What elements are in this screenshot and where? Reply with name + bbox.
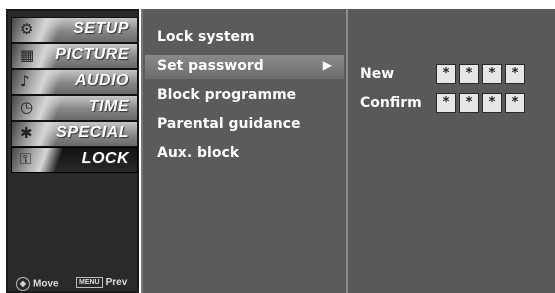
tab-lock-label: LOCK xyxy=(81,150,129,167)
tv-osd-menu: ⚙ SETUP ▦ PICTURE ♪ AUDIO ◷ TIME ✱ SPECI… xyxy=(0,0,555,293)
prev-hint-label: Prev xyxy=(105,277,128,289)
prev-hint: MENU Prev xyxy=(76,277,127,288)
menu-tab-sidebar: ⚙ SETUP ▦ PICTURE ♪ AUDIO ◷ TIME ✱ SPECI… xyxy=(6,9,139,293)
tab-picture[interactable]: ▦ PICTURE xyxy=(11,43,138,69)
menu-item-set-password[interactable]: Set password ▶ xyxy=(145,55,344,79)
tab-time-label: TIME xyxy=(88,98,129,115)
tab-audio-label: AUDIO xyxy=(74,72,129,89)
audio-icon: ♪ xyxy=(12,70,68,94)
new-password-digit[interactable]: * xyxy=(436,64,456,84)
confirm-password-field[interactable]: * * * * xyxy=(436,93,525,113)
top-border xyxy=(0,0,555,9)
tab-special-label: SPECIAL xyxy=(56,124,129,141)
move-hint-label: Move xyxy=(33,278,59,290)
clock-icon: ◷ xyxy=(12,96,68,120)
lock-icon: ⚿ xyxy=(12,148,68,172)
menu-key-icon: MENU xyxy=(76,277,103,288)
menu-item-set-password-label: Set password xyxy=(157,58,264,74)
set-password-panel: New * * * * Confirm * * * * xyxy=(346,9,555,293)
navigation-pad-icon: ◈ xyxy=(16,277,30,291)
tab-lock[interactable]: ⚿ LOCK xyxy=(11,147,138,173)
menu-item-lock-system[interactable]: Lock system xyxy=(157,29,255,45)
new-password-digit[interactable]: * xyxy=(459,64,479,84)
menu-item-parental-guidance[interactable]: Parental guidance xyxy=(157,116,301,132)
confirm-password-digit[interactable]: * xyxy=(482,93,502,113)
tab-picture-label: PICTURE xyxy=(55,46,129,63)
tab-setup[interactable]: ⚙ SETUP xyxy=(11,17,138,43)
tab-audio[interactable]: ♪ AUDIO xyxy=(11,69,138,95)
confirm-password-digit[interactable]: * xyxy=(459,93,479,113)
setup-icon: ⚙ xyxy=(12,18,68,42)
new-password-digit[interactable]: * xyxy=(482,64,502,84)
new-password-digit[interactable]: * xyxy=(505,64,525,84)
new-password-field[interactable]: * * * * xyxy=(436,64,525,84)
tab-special[interactable]: ✱ SPECIAL xyxy=(11,121,138,147)
confirm-password-digit[interactable]: * xyxy=(436,93,456,113)
new-password-label: New xyxy=(360,66,395,82)
tab-setup-label: SETUP xyxy=(73,20,129,37)
menu-item-aux-block[interactable]: Aux. block xyxy=(157,145,239,161)
submenu-arrow-icon: ▶ xyxy=(322,58,332,72)
menu-item-block-programme[interactable]: Block programme xyxy=(157,87,296,103)
lock-menu-list: Lock system Set password ▶ Block program… xyxy=(141,9,346,293)
move-hint: ◈ Move xyxy=(16,277,59,291)
confirm-password-label: Confirm xyxy=(360,95,422,111)
tab-time[interactable]: ◷ TIME xyxy=(11,95,138,121)
confirm-password-digit[interactable]: * xyxy=(505,93,525,113)
